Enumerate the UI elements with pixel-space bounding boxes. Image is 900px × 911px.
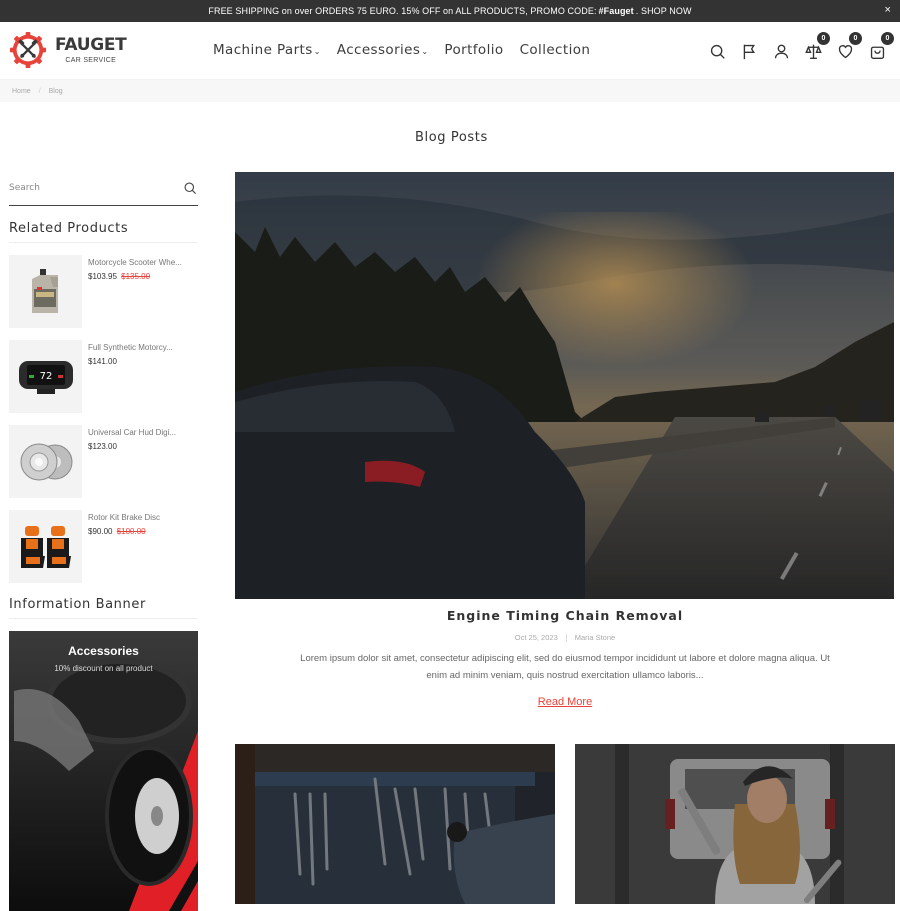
page-title: Blog Posts: [415, 130, 488, 145]
product-old-price: $135.00: [121, 272, 151, 281]
product-image-brake-discs[interactable]: [9, 425, 82, 498]
post-meta: Oct 25, 2023 Maria Stone: [235, 633, 895, 643]
car-seats-icon: [20, 525, 71, 568]
brake-discs-icon: [20, 443, 72, 480]
nav-label: Collection: [519, 42, 591, 58]
svg-text:72: 72: [39, 371, 52, 382]
cart-button[interactable]: 0: [866, 32, 894, 62]
post-excerpt: Lorem ipsum dolor sit amet, consectetur …: [300, 653, 830, 682]
close-icon[interactable]: ×: [884, 4, 891, 16]
post-card-image-woman-mechanic[interactable]: [575, 744, 895, 905]
banner-title: Accessories: [68, 644, 139, 658]
post-date: Oct 25, 2023: [514, 633, 558, 642]
nav-item-collection[interactable]: Collection: [520, 42, 591, 58]
mechanic-tool-wall-image: [235, 744, 555, 905]
sidebar: Related Products Motorcycle Scooter Whe.…: [9, 170, 198, 911]
post-title[interactable]: Engine Timing Chain Removal: [235, 608, 895, 623]
accessories-banner[interactable]: Accessories 10% discount on all product: [9, 631, 198, 911]
product-image-car-seats[interactable]: [9, 510, 82, 583]
chevron-down-icon: ⌄: [313, 47, 321, 56]
nav-label: Machine Parts: [213, 42, 313, 58]
scale-icon: [804, 44, 822, 59]
product-image-hud-display[interactable]: 72: [9, 340, 82, 413]
product-name[interactable]: Motorcycle Scooter Whe...: [88, 258, 182, 267]
breadcrumb-current: Blog: [48, 87, 63, 95]
car-highway-sunset-image: [235, 172, 894, 599]
hud-display-icon: 72: [18, 360, 73, 394]
product-price: $103.95: [88, 272, 117, 281]
bag-icon: [870, 46, 884, 59]
breadcrumb: Home / Blog: [0, 80, 900, 102]
search-icon: [710, 44, 725, 59]
nav-item-portfolio[interactable]: Portfolio: [444, 42, 503, 58]
chevron-down-icon: ⌄: [421, 47, 429, 56]
product-name[interactable]: Universal Car Hud Digi...: [88, 428, 176, 437]
product-price: $123.00: [88, 442, 117, 451]
wishlist-button[interactable]: 0: [834, 32, 862, 62]
search-input[interactable]: [9, 182, 159, 193]
promo-code: #Fauget: [598, 6, 634, 16]
product-image-oil-canister[interactable]: [9, 255, 82, 328]
announcement-bar: FREE SHIPPING on over ORDERS 75 EURO. 15…: [0, 0, 900, 22]
breadcrumb-home[interactable]: Home: [12, 88, 31, 95]
announcement-text: FREE SHIPPING on over ORDERS 75 EURO. 15…: [208, 6, 597, 16]
featured-post: Engine Timing Chain Removal Oct 25, 2023…: [235, 172, 895, 708]
banner-subtitle: 10% discount on all product: [54, 664, 153, 673]
brand-name: FAUGET: [55, 34, 127, 55]
site-header: FAUGET CAR SERVICE Machine Parts ⌄ Access…: [0, 22, 900, 80]
header-actions: 0 0 0: [696, 32, 894, 62]
product-price: $141.00: [88, 357, 117, 366]
nav-item-accessories[interactable]: Accessories ⌄: [337, 42, 429, 58]
post-card-image-tool-wall[interactable]: [235, 744, 555, 905]
breadcrumb-separator: /: [38, 87, 41, 95]
heart-icon: [838, 44, 852, 58]
logo-gear-pistons-icon: [9, 31, 47, 69]
compare-count-badge: 0: [817, 32, 830, 45]
tire-banner-image: [9, 631, 198, 911]
product-item: Rotor Kit Brake Disc $90.00 $100.00: [9, 510, 198, 583]
product-item: Motorcycle Scooter Whe... $103.95 $135.0…: [9, 255, 198, 328]
main-nav: Machine Parts ⌄ Accessories ⌄ Portfolio Co…: [213, 42, 606, 58]
shop-now-link[interactable]: . SHOP NOW: [636, 6, 692, 16]
meta-divider: [565, 634, 567, 643]
flag-icon: [743, 44, 755, 59]
read-more-link[interactable]: Read More: [235, 696, 895, 708]
sidebar-search: [9, 170, 198, 206]
blog-main: Engine Timing Chain Removal Oct 25, 2023…: [235, 172, 895, 905]
product-item: 72 Full Synthetic Motorcy... $141.00: [9, 340, 198, 413]
wishlist-count-badge: 0: [849, 32, 862, 45]
post-author[interactable]: Maria Stone: [575, 633, 615, 642]
language-button[interactable]: [738, 40, 760, 62]
product-old-price: $100.00: [116, 527, 146, 536]
nav-item-machine-parts[interactable]: Machine Parts ⌄: [213, 42, 321, 58]
logo[interactable]: FAUGET CAR SERVICE: [9, 31, 127, 69]
woman-mechanic-image: [575, 744, 895, 905]
oil-canister-icon: [31, 268, 58, 313]
product-price: $90.00: [88, 527, 113, 536]
compare-button[interactable]: 0: [802, 32, 830, 62]
product-item: Universal Car Hud Digi... $123.00: [9, 425, 198, 498]
nav-label: Portfolio: [444, 42, 504, 58]
featured-post-image[interactable]: [235, 172, 894, 599]
cart-count-badge: 0: [881, 32, 894, 45]
post-grid: [235, 744, 895, 905]
user-icon: [774, 44, 788, 58]
related-products-heading: Related Products: [9, 206, 198, 243]
nav-label: Accessories: [336, 42, 421, 58]
search-icon[interactable]: [183, 181, 197, 195]
account-button[interactable]: [770, 40, 792, 62]
product-name[interactable]: Full Synthetic Motorcy...: [88, 343, 173, 352]
information-banner-heading: Information Banner: [9, 583, 198, 619]
search-button[interactable]: [706, 40, 728, 62]
product-name[interactable]: Rotor Kit Brake Disc: [88, 513, 160, 522]
brand-tagline: CAR SERVICE: [65, 56, 117, 64]
